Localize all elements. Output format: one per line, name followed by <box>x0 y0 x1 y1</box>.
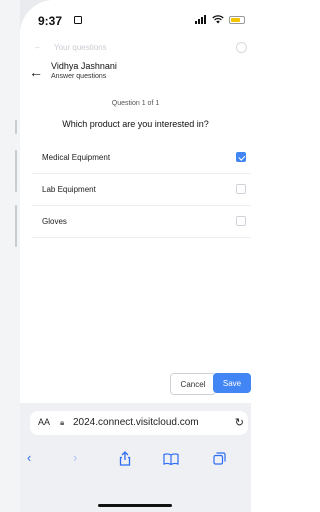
url-text[interactable]: 2024.connect.visitcloud.com <box>73 417 199 428</box>
option-label: Lab Equipment <box>42 185 96 194</box>
question-counter: Question 1 of 1 <box>111 100 160 107</box>
ghost-header: ← Your questions <box>20 42 251 54</box>
browser-nav-row: ‹ › <box>20 450 251 468</box>
battery-icon <box>229 15 245 24</box>
side-button-mark <box>15 120 17 134</box>
status-time: 9:37 <box>38 14 63 28</box>
side-strip <box>0 0 20 512</box>
options-list: Medical Equipment Lab Equipment Gloves <box>32 142 251 238</box>
option-checkbox[interactable] <box>236 152 246 162</box>
option-checkbox[interactable] <box>236 184 246 194</box>
app-header: ← Vidhya Jashnani Answer questions <box>20 56 251 86</box>
header-subtitle: Answer questions <box>51 73 107 80</box>
reader-aa-button[interactable]: AA <box>38 417 50 427</box>
option-checkbox[interactable] <box>236 216 246 226</box>
share-icon[interactable] <box>119 451 131 466</box>
status-bar: 9:37 <box>20 0 251 42</box>
forward-icon[interactable]: › <box>73 450 77 465</box>
back-icon[interactable]: ‹ <box>27 450 31 465</box>
status-icons <box>195 15 245 24</box>
cancel-button[interactable]: Cancel <box>170 373 216 395</box>
cellular-signal-icon <box>195 15 206 24</box>
bookmarks-icon[interactable] <box>163 453 179 465</box>
back-arrow-icon[interactable]: ← <box>29 64 43 80</box>
header-name: Vidhya Jashnani <box>51 61 117 71</box>
ghost-help-icon <box>236 42 247 53</box>
question-title: Which product are you interested in? <box>62 119 209 129</box>
option-label: Gloves <box>42 217 67 226</box>
home-indicator <box>98 504 172 507</box>
ghost-back-arrow-icon: ← <box>34 42 42 51</box>
option-label: Medical Equipment <box>42 153 111 162</box>
wifi-icon <box>212 15 224 24</box>
tabs-icon[interactable] <box>213 452 226 465</box>
reload-icon[interactable]: ↻ <box>235 416 244 429</box>
option-medical-equipment[interactable]: Medical Equipment <box>32 142 251 174</box>
browser-toolbar: AA 🔒︎ 2024.connect.visitcloud.com ↻ ‹ › <box>20 403 251 512</box>
screen: 9:37 ← Your questions ← Vidhya Jashnani … <box>20 0 251 512</box>
save-button[interactable]: Save <box>213 373 251 393</box>
side-button-mark <box>15 150 17 192</box>
side-button-mark <box>15 205 17 247</box>
notification-icon <box>74 16 82 24</box>
lock-icon: 🔒︎ <box>60 418 65 427</box>
option-gloves[interactable]: Gloves <box>32 206 251 238</box>
address-bar[interactable]: AA 🔒︎ 2024.connect.visitcloud.com ↻ <box>30 411 248 435</box>
battery-level <box>231 17 240 22</box>
ghost-header-title: Your questions <box>54 43 107 52</box>
option-lab-equipment[interactable]: Lab Equipment <box>32 174 251 206</box>
